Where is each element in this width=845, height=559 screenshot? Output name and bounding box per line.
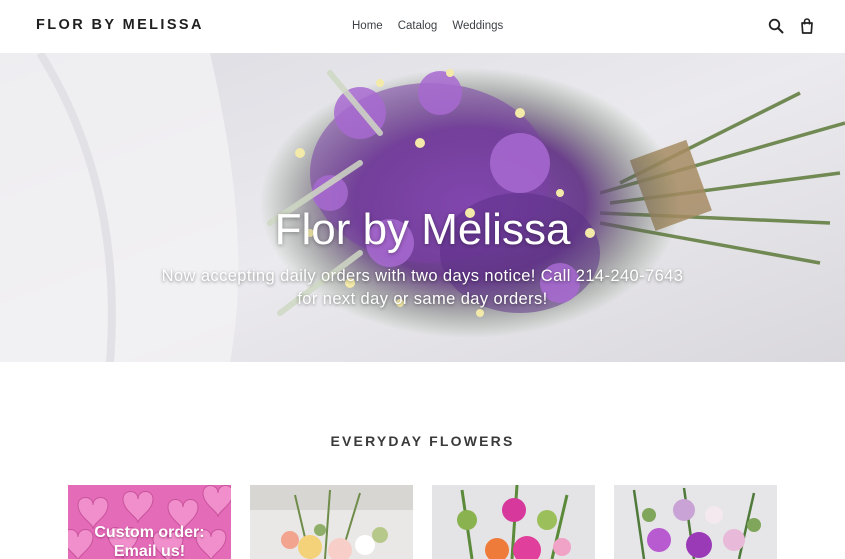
product-card[interactable] [432,485,595,559]
site-logo[interactable]: FLOR BY MELISSA [36,17,204,33]
bouquet-image [614,485,777,559]
card-caption-line: Custom order: [94,524,205,541]
site-header: FLOR BY MELISSA Home Catalog Weddings [0,0,845,53]
product-card[interactable] [250,485,413,559]
card-caption: Custom order: Email us! [68,523,231,559]
product-card-custom-order[interactable]: Custom order: Email us! [68,485,231,559]
hero-subtitle: Now accepting daily orders with two days… [0,265,845,311]
cart-icon[interactable] [799,18,815,34]
hero-banner: Flor by Melissa Now accepting daily orde… [0,53,845,362]
main-nav: Home Catalog Weddings [352,20,503,32]
search-icon[interactable] [768,18,784,34]
nav-catalog[interactable]: Catalog [398,20,438,32]
collection-title: EVERYDAY FLOWERS [330,433,515,449]
nav-weddings[interactable]: Weddings [452,20,503,32]
nav-home[interactable]: Home [352,20,383,32]
hero-subtitle-line: for next day or same day orders! [297,290,548,308]
hero-title: Flor by Melissa [274,205,571,254]
bouquet-image [250,485,413,559]
product-card[interactable] [614,485,777,559]
card-caption-line: Email us! [113,543,186,559]
bouquet-image [432,485,595,559]
hero-subtitle-line: Now accepting daily orders with two days… [161,267,684,285]
